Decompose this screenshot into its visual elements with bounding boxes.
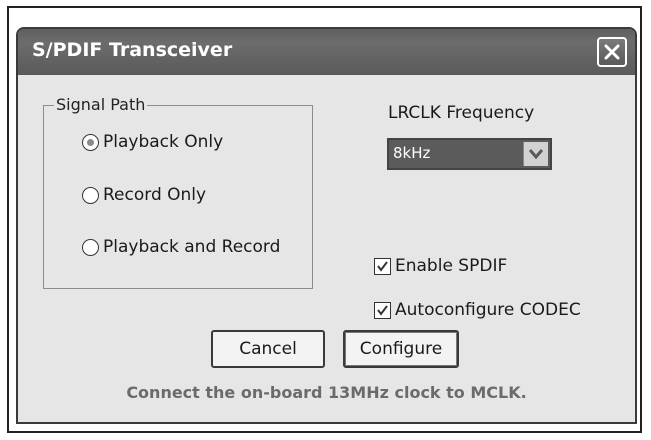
signal-path-group: Signal Path Playback Only Record Only Pl… bbox=[43, 95, 313, 289]
checkmark-icon bbox=[377, 260, 388, 272]
radio-record-only[interactable]: Record Only bbox=[82, 185, 206, 205]
checkbox-label: Autoconfigure CODEC bbox=[395, 300, 581, 320]
cancel-button[interactable]: Cancel bbox=[211, 330, 325, 368]
checkbox-box[interactable] bbox=[374, 301, 391, 319]
radio-label: Playback and Record bbox=[103, 237, 281, 257]
radio-label: Playback Only bbox=[103, 132, 224, 152]
close-button[interactable] bbox=[597, 37, 627, 67]
select-value: 8kHz bbox=[393, 144, 431, 162]
checkmark-icon bbox=[377, 304, 388, 316]
lrclk-frequency-select[interactable]: 8kHz bbox=[387, 138, 552, 170]
lrclk-frequency-label: LRCLK Frequency bbox=[388, 103, 535, 123]
radio-button-selected[interactable] bbox=[82, 133, 99, 151]
radio-button[interactable] bbox=[82, 186, 99, 204]
dialog-window: S/PDIF Transceiver Signal Path Playback … bbox=[16, 27, 637, 424]
dropdown-button[interactable] bbox=[523, 142, 548, 166]
title-bar[interactable]: S/PDIF Transceiver bbox=[18, 29, 635, 75]
close-icon bbox=[604, 44, 620, 60]
signal-path-legend: Signal Path bbox=[54, 95, 148, 114]
checkbox-box[interactable] bbox=[374, 257, 391, 275]
checkbox-label: Enable SPDIF bbox=[395, 256, 508, 276]
autoconfigure-codec-checkbox[interactable]: Autoconfigure CODEC bbox=[374, 300, 581, 320]
enable-spdif-checkbox[interactable]: Enable SPDIF bbox=[374, 256, 507, 276]
radio-button[interactable] bbox=[82, 238, 99, 256]
chevron-down-icon bbox=[529, 149, 543, 159]
radio-label: Record Only bbox=[103, 185, 207, 205]
dialog-body: Signal Path Playback Only Record Only Pl… bbox=[18, 75, 635, 422]
window-title: S/PDIF Transceiver bbox=[32, 39, 233, 61]
radio-playback-only[interactable]: Playback Only bbox=[82, 132, 223, 152]
configure-button[interactable]: Configure bbox=[343, 330, 459, 368]
status-message: Connect the on-board 13MHz clock to MCLK… bbox=[126, 383, 527, 402]
radio-playback-and-record[interactable]: Playback and Record bbox=[82, 237, 280, 257]
